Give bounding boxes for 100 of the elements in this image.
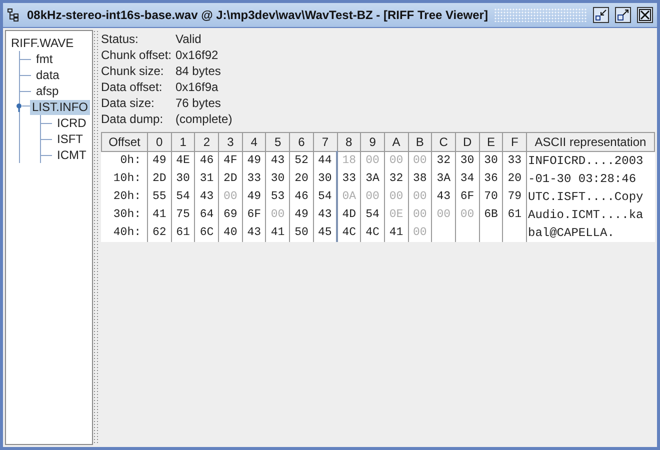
table-cell: 3A — [360, 170, 384, 188]
tree-item[interactable]: RIFF.WAVE — [9, 36, 76, 50]
table-cell: 49 — [242, 188, 266, 206]
column-header[interactable]: 1 — [171, 132, 195, 152]
table-cell: 46 — [290, 188, 314, 206]
table-cell: 40 — [218, 224, 242, 242]
column-header[interactable]: 4 — [242, 132, 266, 152]
table-cell: 00 — [266, 206, 290, 224]
tree-item[interactable]: ICMT — [55, 148, 88, 162]
column-header[interactable]: Offset — [102, 132, 148, 152]
table-cell: 10h: — [102, 170, 148, 188]
table-cell: UTC.ISFT....Copy — [526, 188, 654, 206]
column-header[interactable]: E — [479, 132, 503, 152]
table-cell: 00 — [360, 188, 384, 206]
column-header[interactable]: ASCII representation — [526, 132, 654, 152]
field-value: 0x16f92 — [176, 47, 220, 63]
column-header[interactable]: B — [408, 132, 432, 152]
column-header[interactable]: 7 — [313, 132, 337, 152]
tree-item[interactable]: fmt — [34, 52, 55, 66]
table-cell: 4F — [218, 152, 242, 170]
table-cell: Audio.ICMT....ka — [526, 206, 654, 224]
column-header[interactable]: 8 — [337, 132, 361, 152]
table-cell: 34 — [455, 170, 480, 188]
tree-item[interactable]: afsp — [34, 84, 61, 98]
table-cell: 33 — [242, 170, 266, 188]
table-cell: 4D — [337, 206, 361, 224]
table-cell: 44 — [313, 152, 337, 170]
table-cell: 49 — [290, 206, 314, 224]
table-cell: 30h: — [102, 206, 148, 224]
column-header[interactable]: 5 — [266, 132, 290, 152]
table-cell: 30 — [479, 152, 503, 170]
table-cell: 0A — [337, 188, 361, 206]
table-cell: 55 — [148, 188, 172, 206]
close-button[interactable] — [637, 7, 653, 23]
table-cell: 54 — [313, 188, 337, 206]
table-cell: 30 — [313, 170, 337, 188]
column-header[interactable]: 0 — [148, 132, 172, 152]
field-label: Data offset: — [101, 79, 164, 95]
table-cell: 52 — [290, 152, 314, 170]
column-header[interactable]: 6 — [290, 132, 314, 152]
tree-item[interactable]: ISFT — [55, 132, 85, 146]
column-header[interactable]: 9 — [360, 132, 384, 152]
field-label: Chunk size: — [101, 63, 165, 79]
table-cell: 43 — [313, 206, 337, 224]
table-cell: 64 — [194, 206, 219, 224]
table-cell: INFOICRD....2003 — [526, 152, 654, 170]
table-cell: 18 — [337, 152, 361, 170]
column-header[interactable]: A — [384, 132, 408, 152]
table-cell: 00 — [384, 188, 408, 206]
table-cell: 75 — [171, 206, 195, 224]
tree-item[interactable]: ICRD — [55, 116, 88, 130]
table-cell: 0h: — [102, 152, 148, 170]
table-cell: 32 — [432, 152, 456, 170]
field-value: 84 bytes — [176, 63, 222, 79]
table-cell: 31 — [194, 170, 219, 188]
table-cell: 2D — [218, 170, 242, 188]
table-cell: 6F — [455, 188, 480, 206]
table-cell: 54 — [171, 188, 195, 206]
column-header[interactable]: D — [455, 132, 480, 152]
table-cell: 00 — [408, 206, 432, 224]
table-cell: 00 — [384, 152, 408, 170]
table-cell: 30 — [171, 170, 195, 188]
table-cell: 69 — [218, 206, 242, 224]
table-cell: 41 — [384, 224, 408, 242]
app-icon — [7, 8, 21, 22]
column-header[interactable]: 2 — [194, 132, 219, 152]
table-cell: 49 — [148, 152, 172, 170]
table-cell: 4C — [337, 224, 361, 242]
column-header[interactable]: 3 — [218, 132, 242, 152]
tree-item[interactable]: LIST.INFO — [30, 100, 90, 114]
table-cell: 43 — [432, 188, 456, 206]
minimize-button[interactable] — [593, 7, 609, 23]
table-cell: 33 — [502, 152, 526, 170]
column-header[interactable]: C — [432, 132, 456, 152]
field-label: Status: — [101, 31, 140, 47]
table-cell: 32 — [384, 170, 408, 188]
table-cell: 54 — [360, 206, 384, 224]
field-value: 0x16f9a — [176, 79, 220, 95]
table-cell: 61 — [502, 206, 526, 224]
maximize-button[interactable] — [615, 7, 631, 23]
table-cell: 30 — [266, 170, 290, 188]
table-cell: 00 — [408, 224, 432, 242]
table-cell: 53 — [266, 188, 290, 206]
table-cell: 00 — [360, 152, 384, 170]
field-label: Data dump: — [101, 111, 164, 127]
table-cell: 46 — [194, 152, 219, 170]
table-cell: 36 — [479, 170, 503, 188]
column-header[interactable]: F — [502, 132, 526, 152]
field-value: Valid — [176, 31, 202, 47]
table-cell: 6F — [242, 206, 266, 224]
window-title: 08kHz-stereo-int16s-base.wav @ J:\mp3dev\wav\WavTest-BZ - [RIFF Tree Viewer] — [27, 7, 488, 24]
table-cell: 61 — [171, 224, 195, 242]
expanded-handle-icon[interactable] — [16, 102, 30, 112]
tree-item[interactable]: data — [34, 68, 62, 82]
table-cell: -01-30 03:28:46 — [526, 170, 654, 188]
table-cell: 20 — [502, 170, 526, 188]
table-cell: 33 — [337, 170, 361, 188]
table-cell: 79 — [502, 188, 526, 206]
table-cell: 41 — [148, 206, 172, 224]
table-cell: 00 — [455, 206, 480, 224]
